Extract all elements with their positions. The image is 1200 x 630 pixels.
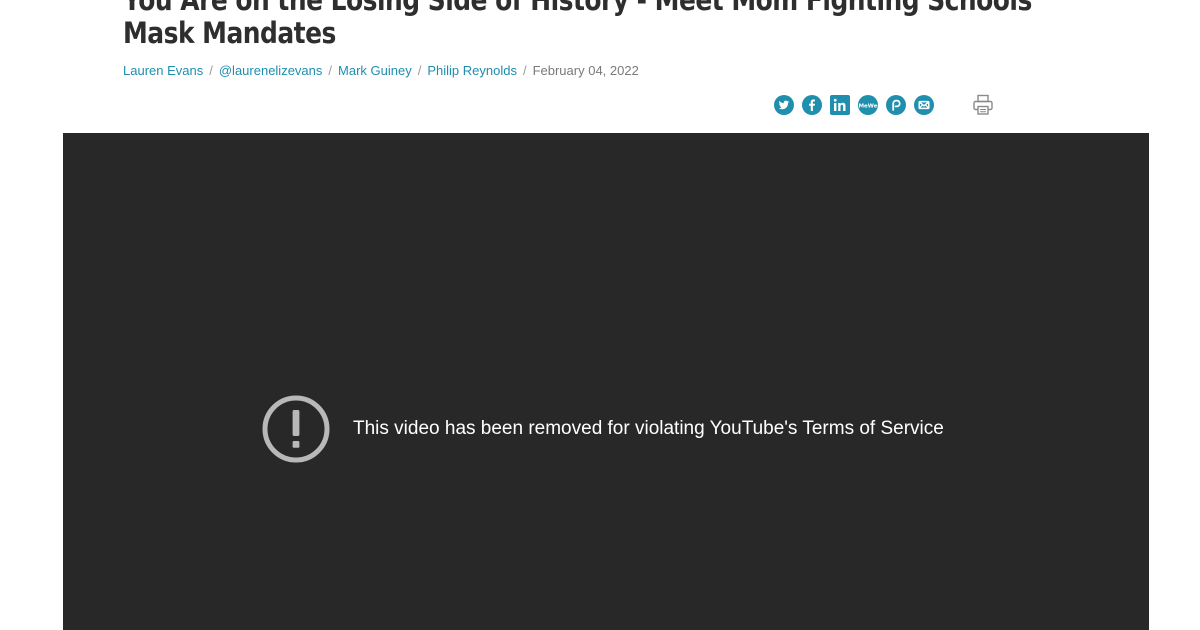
byline-separator: / xyxy=(209,63,213,78)
print-icon[interactable] xyxy=(970,94,996,116)
article-headline: You Are on the Losing Side of History - … xyxy=(123,0,1039,50)
headline-line-2: Mask Mandates xyxy=(123,16,336,50)
byline: Lauren Evans / @laurenelizevans / Mark Guine… xyxy=(123,63,639,78)
twitter-icon[interactable] xyxy=(774,95,794,115)
author-link-laurenelizevans[interactable]: @laurenelizevans xyxy=(219,63,323,78)
byline-separator: / xyxy=(328,63,333,78)
video-removed-message: This video has been removed for violatin… xyxy=(261,394,944,464)
byline-separator: / xyxy=(417,63,422,78)
parler-icon[interactable] xyxy=(886,95,906,115)
video-removed-text: This video has been removed for violatin… xyxy=(353,418,944,439)
author-link-mark-guiney[interactable]: Mark Guiney xyxy=(338,63,412,78)
author-link-philip-reynolds[interactable]: Philip Reynolds xyxy=(427,63,517,78)
facebook-icon[interactable] xyxy=(802,95,822,115)
publish-date: February 04, 2022 xyxy=(532,63,639,78)
headline-line-1: You Are on the Losing Side of History - … xyxy=(123,0,1039,17)
byline-separator: / xyxy=(522,63,527,78)
svg-text:MeWe: MeWe xyxy=(858,103,877,109)
author-link-lauren-evans[interactable]: Lauren Evans xyxy=(123,63,203,78)
exclamation-circle-icon xyxy=(261,394,331,464)
video-player[interactable]: This video has been removed for violatin… xyxy=(63,133,1149,630)
share-bar: MeWe xyxy=(774,94,1004,116)
email-icon[interactable] xyxy=(914,95,934,115)
linkedin-icon[interactable] xyxy=(830,95,850,115)
mewe-icon[interactable]: MeWe xyxy=(858,95,878,115)
